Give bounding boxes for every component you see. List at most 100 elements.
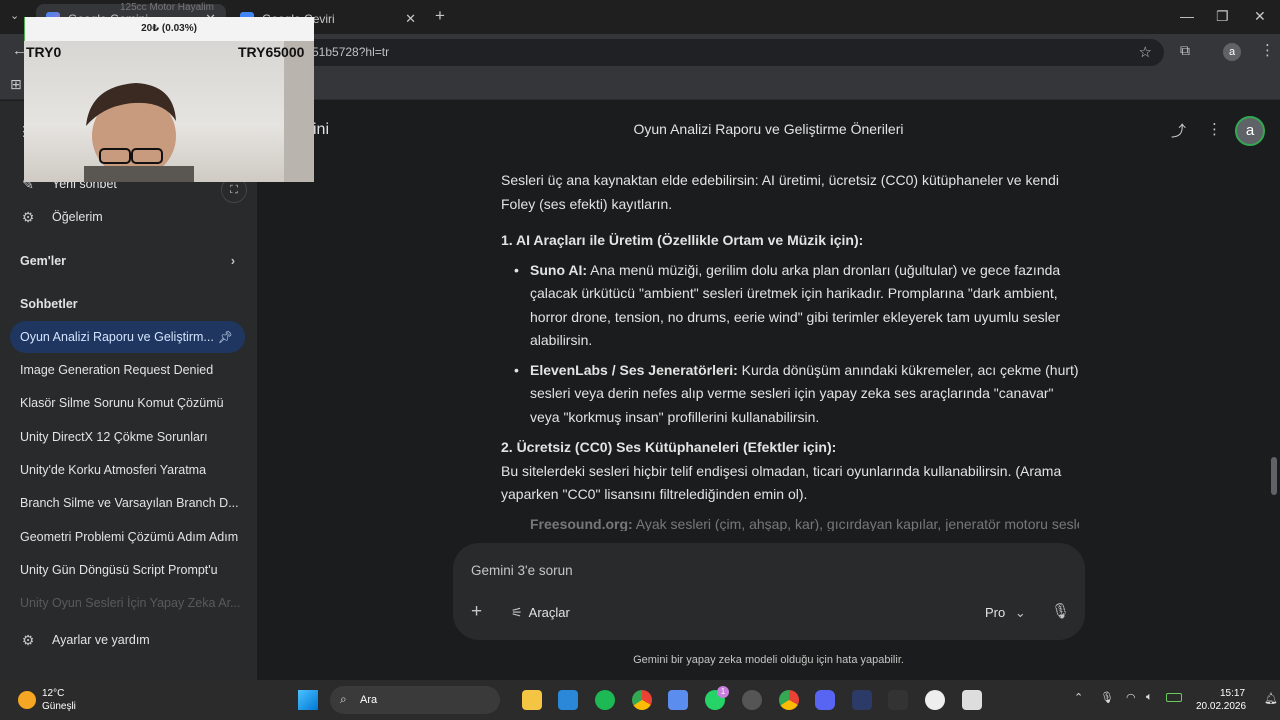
chat-item-label: Klasör Silme Sorunu Komut Çözümü bbox=[20, 396, 224, 410]
section-heading: 1. AI Araçları ile Üretim (Özellikle Ort… bbox=[501, 232, 864, 248]
chat-item-label: Unity DirectX 12 Çökme Sorunları bbox=[20, 430, 208, 444]
weather-sun-icon[interactable] bbox=[18, 691, 36, 709]
response-content: Sesleri üç ana kaynaktan elde edebilirsi… bbox=[501, 169, 1079, 531]
extensions-icon[interactable]: ⧉ bbox=[1180, 42, 1190, 59]
search-label: Ara bbox=[360, 694, 378, 706]
steam-icon[interactable] bbox=[742, 690, 762, 710]
new-tab-button[interactable]: + bbox=[435, 6, 445, 26]
gems-heading: Gem'ler bbox=[20, 254, 67, 268]
chat-item-label: Geometri Problemi Çözümü Adım Adım bbox=[20, 530, 239, 544]
app-icon[interactable] bbox=[668, 690, 688, 710]
address-bar[interactable]: 51b5728?hl=tr ☆ bbox=[258, 39, 1164, 66]
minimize-icon[interactable]: — bbox=[1180, 8, 1194, 24]
search-icon: ⌕ bbox=[340, 692, 347, 706]
spotify-icon[interactable] bbox=[595, 690, 615, 710]
conversation-title: Oyun Analizi Raporu ve Geliştirme Öneril… bbox=[633, 121, 904, 137]
store-icon[interactable] bbox=[558, 690, 578, 710]
chats-heading: Sohbetler bbox=[20, 297, 78, 311]
list-item: ElevenLabs / Ses Jeneratörleri: Kurda dö… bbox=[514, 359, 1079, 430]
list-item-term: Suno AI: bbox=[530, 261, 588, 278]
tools-label: Araçlar bbox=[528, 605, 570, 620]
file-explorer-icon[interactable] bbox=[522, 690, 542, 710]
intro-paragraph: Sesleri üç ana kaynaktan elde edebilirsi… bbox=[501, 172, 1059, 212]
section-paragraph: Bu sitelerdeki sesleri hiçbir telif endi… bbox=[501, 462, 1062, 503]
my-items-button[interactable]: ⚙ Öğelerim bbox=[10, 201, 245, 233]
share-icon[interactable]: ⤴ bbox=[1171, 120, 1186, 141]
chrome-active-icon[interactable] bbox=[779, 690, 799, 710]
chrome-icon[interactable] bbox=[632, 690, 652, 710]
settings-help-button[interactable]: ⚙ Ayarlar ve yardım bbox=[10, 624, 245, 656]
model-label: Pro bbox=[985, 605, 1006, 620]
app-icon[interactable] bbox=[852, 690, 872, 710]
donation-progress-text: 20₺ (0.03%) bbox=[141, 23, 197, 34]
mic-tray-icon[interactable]: 🎙︎ bbox=[1100, 691, 1114, 704]
goal-max-label: TRY65000 bbox=[238, 44, 305, 60]
add-attachment-icon[interactable]: + bbox=[471, 601, 482, 623]
windows-taskbar: 12°C Güneşli ⌕ Ara 1 ⌃ 🎙︎ ◠ 🔈︎ 15:17 20.… bbox=[0, 680, 1280, 720]
close-window-icon[interactable]: ✕ bbox=[1254, 8, 1266, 25]
profile-avatar[interactable]: a bbox=[1223, 43, 1241, 61]
gems-section-toggle[interactable]: Gem'ler › bbox=[10, 245, 245, 277]
section-heading: 2. Ücretsiz (CC0) Ses Kütüphaneleri (Efe… bbox=[501, 439, 837, 455]
tab-search-chevron-icon[interactable]: ⌄ bbox=[10, 9, 19, 22]
apps-grid-icon[interactable]: ⊞ bbox=[10, 76, 22, 93]
unity-icon[interactable] bbox=[962, 690, 982, 710]
model-selector[interactable]: Pro ⌄ bbox=[985, 605, 1026, 621]
prompt-input[interactable]: Gemini 3'e sorun bbox=[471, 563, 573, 578]
donation-progress-fill bbox=[24, 17, 25, 41]
goal-banner: 125cc Motor Hayalim bbox=[120, 2, 214, 13]
browser-menu-icon[interactable]: ⋮ bbox=[1260, 41, 1275, 59]
scrollbar-thumb[interactable] bbox=[1271, 457, 1277, 495]
chat-item-label: Unity Oyun Sesleri İçin Yapay Zeka Ar... bbox=[20, 596, 241, 610]
clock-date[interactable]: 20.02.2026 bbox=[1196, 701, 1246, 712]
webcam-person-image bbox=[84, 41, 314, 182]
list-item-text: Ayak sesleri (çim, ahşap, kar), gıcırday… bbox=[632, 515, 1079, 531]
tools-button[interactable]: ⚟ Araçlar bbox=[511, 605, 570, 621]
chat-item[interactable]: Unity Gün Döngüsü Script Prompt'u bbox=[10, 554, 245, 586]
gear-icon: ⚙ bbox=[21, 632, 35, 648]
chat-item-label: Image Generation Request Denied bbox=[20, 363, 214, 377]
chat-item-active[interactable]: Oyun Analizi Raporu ve Geliştirm... 📌︎ bbox=[10, 321, 245, 353]
bullet-list: Freesound.org: Ayak sesleri (çim, ahşap,… bbox=[530, 513, 1079, 531]
list-item: Freesound.org: Ayak sesleri (çim, ahşap,… bbox=[530, 513, 1079, 531]
list-item-text: Ana menü müziği, gerilim dolu arka plan … bbox=[530, 261, 1061, 349]
github-icon[interactable] bbox=[925, 690, 945, 710]
chat-item[interactable]: Branch Silme ve Varsayılan Branch D... bbox=[10, 487, 245, 519]
taskbar-search[interactable]: ⌕ Ara bbox=[330, 686, 500, 714]
clock-time[interactable]: 15:17 bbox=[1220, 688, 1245, 699]
start-icon[interactable] bbox=[298, 690, 318, 710]
close-tab-icon[interactable]: ✕ bbox=[405, 11, 416, 27]
weather-desc: Güneşli bbox=[42, 701, 76, 712]
chat-item-label: Unity'de Korku Atmosferi Yaratma bbox=[20, 463, 207, 477]
chat-item[interactable]: Unity Oyun Sesleri İçin Yapay Zeka Ar... bbox=[10, 587, 245, 619]
microphone-icon[interactable]: 🎙︎ bbox=[1051, 602, 1070, 620]
donation-progress-bar: 20₺ (0.03%) bbox=[24, 17, 314, 41]
discord-icon[interactable] bbox=[815, 690, 835, 710]
chevron-right-icon: › bbox=[230, 254, 235, 268]
chat-item-label: Oyun Analizi Raporu ve Geliştirm... bbox=[20, 330, 214, 344]
chat-main: ini Oyun Analizi Raporu ve Geliştirme Ön… bbox=[257, 101, 1280, 680]
items-icon: ⚙ bbox=[21, 209, 35, 225]
battery-icon[interactable] bbox=[1166, 693, 1182, 702]
chat-item[interactable]: Unity DirectX 12 Çökme Sorunları bbox=[10, 421, 245, 453]
goal-min-label: TRY0 bbox=[26, 44, 62, 60]
gemini-sidebar: ☰ ⛶ ✎ Yeni sohbet ⚙ Öğelerim Gem'ler › S… bbox=[0, 101, 257, 680]
bookmark-star-icon[interactable]: ☆ bbox=[1139, 43, 1152, 61]
stream-overlay: 125cc Motor Hayalim 20₺ (0.03%) TRY0 TRY… bbox=[24, 2, 314, 182]
tray-chevron-up-icon[interactable]: ⌃ bbox=[1074, 691, 1083, 704]
prompt-composer[interactable]: Gemini 3'e sorun + ⚟ Araçlar Pro ⌄ 🎙︎ bbox=[453, 543, 1085, 640]
app-icon[interactable] bbox=[888, 690, 908, 710]
notifications-icon[interactable]: 🔔︎ bbox=[1264, 692, 1278, 705]
chat-item[interactable]: Klasör Silme Sorunu Komut Çözümü bbox=[10, 387, 245, 419]
wifi-icon[interactable]: ◠ bbox=[1126, 691, 1136, 704]
chat-item-label: Unity Gün Döngüsü Script Prompt'u bbox=[20, 563, 218, 577]
maximize-icon[interactable]: ❐ bbox=[1216, 8, 1229, 25]
account-avatar[interactable]: a bbox=[1235, 116, 1265, 146]
disclaimer-text: Gemini bir yapay zeka modeli olduğu için… bbox=[633, 654, 904, 666]
more-options-icon[interactable]: ⋮ bbox=[1207, 120, 1222, 138]
volume-icon[interactable]: 🔈︎ bbox=[1146, 691, 1153, 704]
chat-item[interactable]: Geometri Problemi Çözümü Adım Adım bbox=[10, 521, 245, 553]
pin-icon[interactable]: 📌︎ bbox=[218, 330, 233, 344]
chat-item[interactable]: Unity'de Korku Atmosferi Yaratma bbox=[10, 454, 245, 486]
chat-item[interactable]: Image Generation Request Denied bbox=[10, 354, 245, 386]
